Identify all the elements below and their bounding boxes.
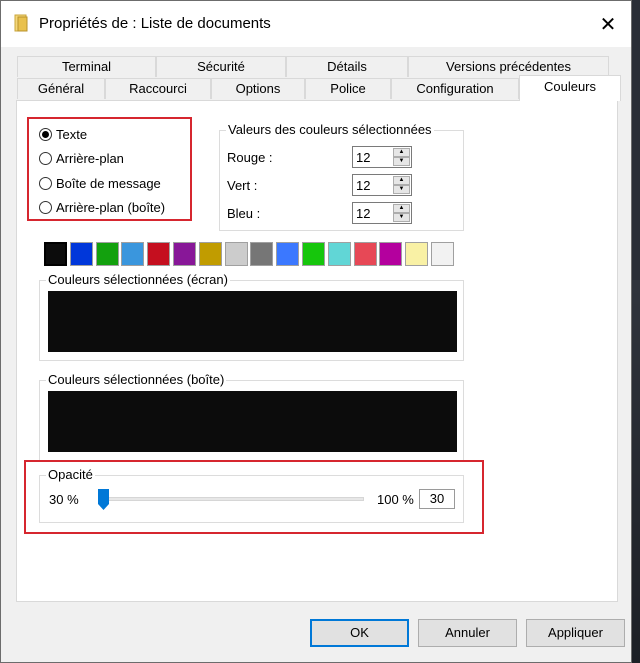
red-increment-button[interactable]: ▲ (393, 148, 410, 157)
radio-arriere-plan-boite[interactable]: Arrière-plan (boîte) (39, 200, 165, 215)
tab-general[interactable]: Général (17, 78, 105, 99)
blue-spin-buttons: ▲ ▼ (393, 204, 410, 222)
color-swatch[interactable] (431, 242, 454, 266)
tab-configuration[interactable]: Configuration (391, 78, 519, 99)
radio-label: Arrière-plan (boîte) (56, 200, 166, 215)
color-swatch[interactable] (405, 242, 429, 266)
color-swatch[interactable] (327, 242, 351, 266)
green-increment-button[interactable]: ▲ (393, 176, 410, 185)
radio-arriere-plan[interactable]: Arrière-plan (39, 151, 124, 166)
tab-versions-precedentes[interactable]: Versions précédentes (408, 56, 609, 77)
ok-button[interactable]: OK (310, 619, 409, 647)
highlight-box-opacity (24, 460, 484, 534)
tab-securite[interactable]: Sécurité (156, 56, 286, 77)
tab-options[interactable]: Options (211, 78, 305, 99)
tab-details[interactable]: Détails (286, 56, 408, 77)
desktop-background (632, 280, 640, 663)
color-swatch[interactable] (302, 242, 325, 266)
popup-colors-preview (48, 391, 457, 452)
apply-button[interactable]: Appliquer (526, 619, 625, 647)
color-swatch[interactable] (276, 242, 300, 266)
tab-couleurs[interactable]: Couleurs (519, 75, 621, 101)
tab-terminal[interactable]: Terminal (17, 56, 156, 77)
screen-colors-preview (48, 291, 457, 352)
green-spin-buttons: ▲ ▼ (393, 176, 410, 194)
red-input[interactable] (353, 147, 394, 167)
title-bar[interactable]: Propriétés de : Liste de documents ✕ (1, 1, 631, 47)
radio-boite-de-message[interactable]: Boîte de message (39, 176, 161, 191)
radio-label: Texte (56, 127, 88, 142)
color-swatch[interactable] (147, 242, 171, 266)
color-swatch[interactable] (379, 242, 403, 266)
green-label: Vert : (227, 178, 258, 193)
blue-increment-button[interactable]: ▲ (393, 204, 410, 213)
properties-dialog: Propriétés de : Liste de documents ✕ Ter… (0, 0, 632, 663)
red-spin-buttons: ▲ ▼ (393, 148, 410, 166)
red-spinner: ▲ ▼ (352, 146, 412, 168)
green-input[interactable] (353, 175, 394, 195)
tab-police[interactable]: Police (305, 78, 391, 99)
blue-decrement-button[interactable]: ▼ (393, 213, 410, 222)
color-swatch[interactable] (173, 242, 196, 266)
color-swatch[interactable] (95, 242, 119, 266)
cancel-button[interactable]: Annuler (418, 619, 517, 647)
color-swatch[interactable] (224, 242, 248, 266)
radio-label: Boîte de message (56, 176, 161, 191)
color-swatch[interactable] (121, 242, 145, 266)
selected-values-legend: Valeurs des couleurs sélectionnées (226, 122, 434, 137)
red-decrement-button[interactable]: ▼ (393, 157, 410, 166)
color-swatch[interactable] (198, 242, 222, 266)
radio-button-selected[interactable] (39, 128, 52, 141)
tab-raccourci[interactable]: Raccourci (105, 78, 211, 99)
popup-colors-legend: Couleurs sélectionnées (boîte) (46, 372, 227, 387)
color-swatch[interactable] (44, 242, 67, 266)
radio-texte[interactable]: Texte (39, 127, 87, 142)
color-swatch[interactable] (69, 242, 93, 266)
close-icon: ✕ (599, 13, 617, 36)
red-label: Rouge : (227, 150, 273, 165)
blue-label: Bleu : (227, 206, 261, 221)
radio-button[interactable] (39, 152, 52, 165)
green-decrement-button[interactable]: ▼ (393, 185, 410, 194)
screen-colors-legend: Couleurs sélectionnées (écran) (46, 272, 230, 287)
window-title: Propriétés de : Liste de documents (39, 15, 271, 32)
blue-spinner: ▲ ▼ (352, 202, 412, 224)
close-button[interactable]: ✕ (585, 1, 631, 47)
color-swatch[interactable] (353, 242, 377, 266)
radio-label: Arrière-plan (56, 151, 124, 166)
blue-input[interactable] (353, 203, 394, 223)
radio-button[interactable] (39, 201, 52, 214)
color-swatch[interactable] (250, 242, 274, 266)
radio-dot (42, 131, 49, 138)
folder-icon (14, 14, 28, 32)
radio-button[interactable] (39, 177, 52, 190)
green-spinner: ▲ ▼ (352, 174, 412, 196)
